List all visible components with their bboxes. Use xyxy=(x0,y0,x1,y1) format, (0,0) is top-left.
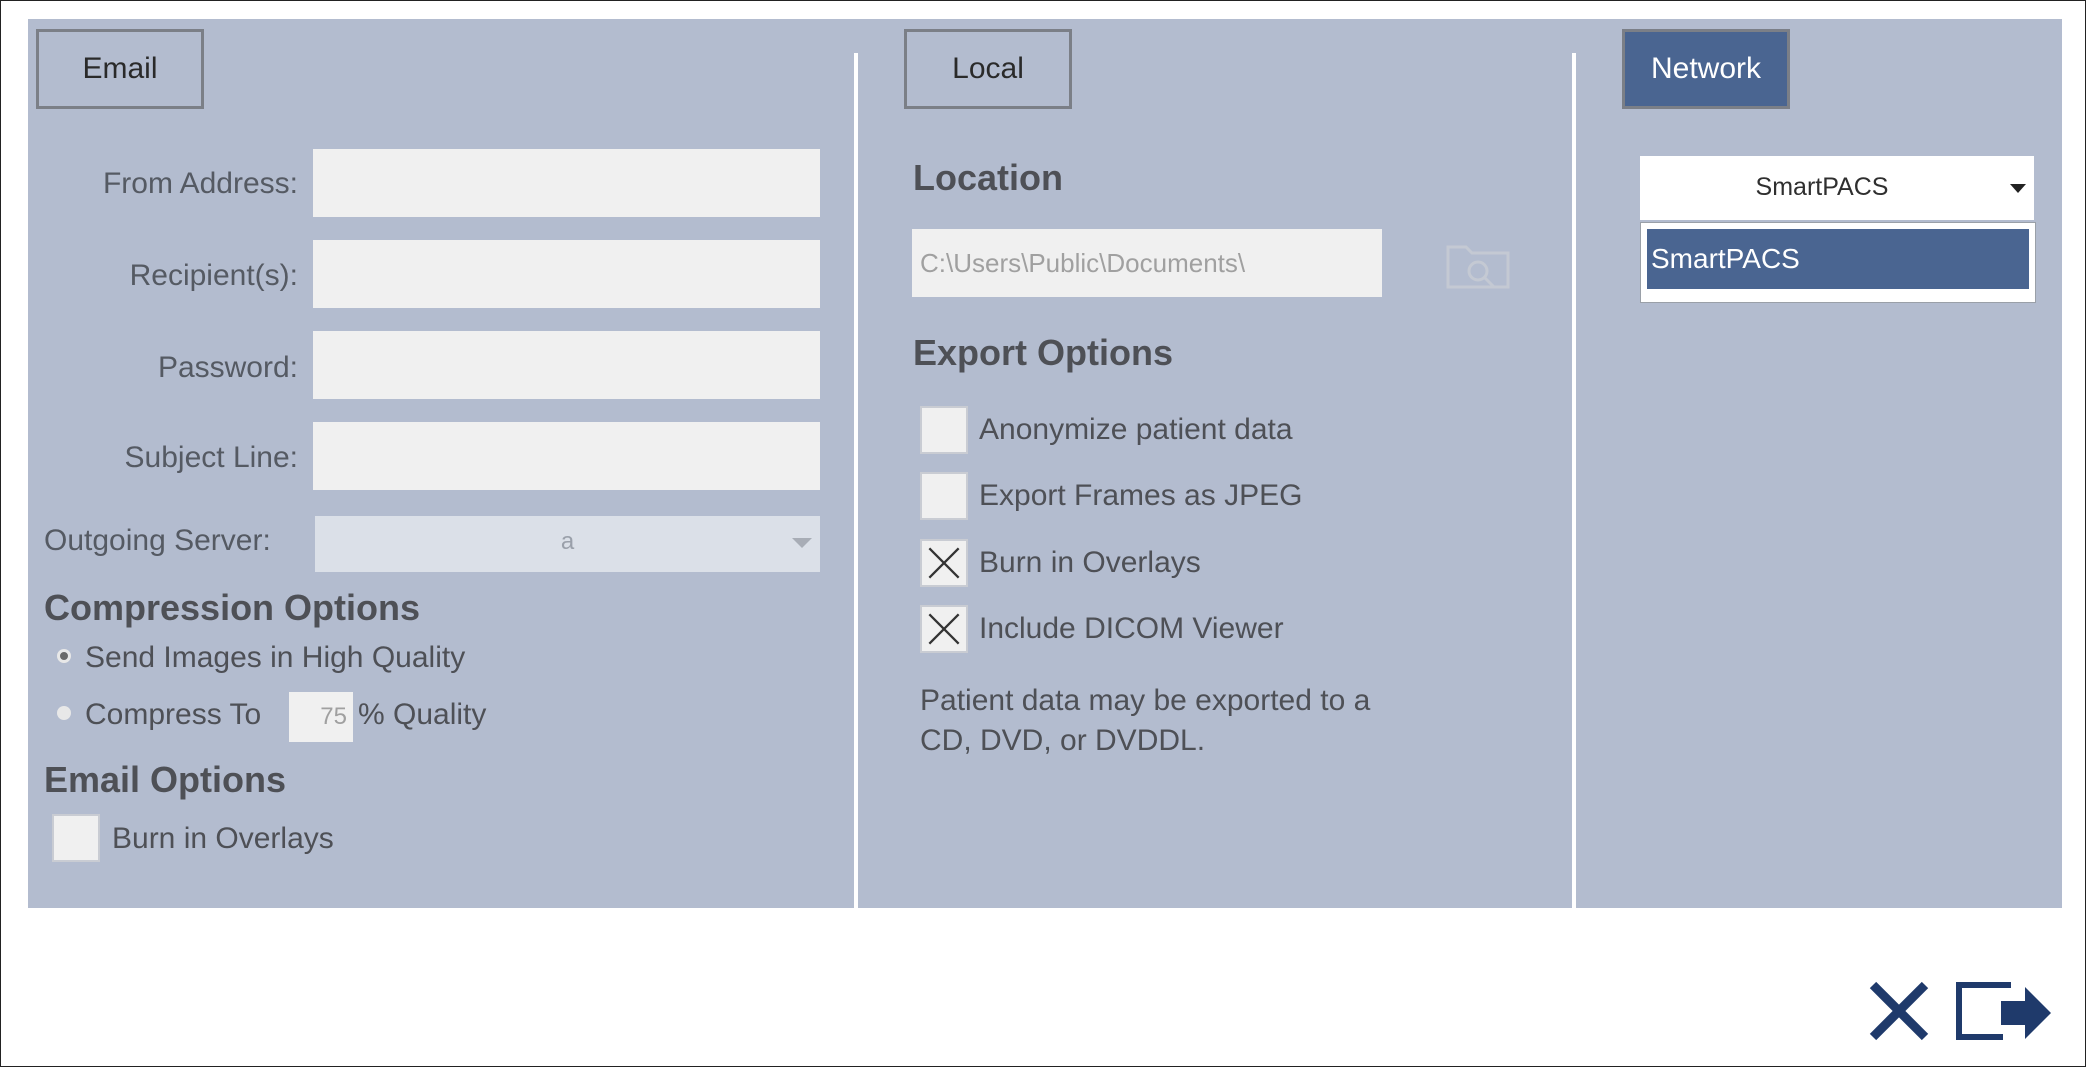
tab-network[interactable]: Network xyxy=(1622,29,1790,109)
from-address-label: From Address: xyxy=(102,167,298,200)
password-label: Password: xyxy=(157,351,298,384)
email-options-heading: Email Options xyxy=(44,759,287,800)
password-field[interactable] xyxy=(313,331,820,399)
anonymize-checkbox[interactable] xyxy=(920,406,968,454)
location-heading: Location xyxy=(913,157,1063,198)
from-address-field[interactable] xyxy=(313,149,820,217)
recipients-field[interactable] xyxy=(313,240,820,308)
tab-local[interactable]: Local xyxy=(904,29,1072,109)
column-divider xyxy=(854,53,858,908)
export-send-icon[interactable] xyxy=(1953,979,2055,1043)
quality-percent-input[interactable]: 75 xyxy=(289,692,353,742)
email-burn-overlays-checkbox[interactable] xyxy=(52,814,100,862)
caret-down-icon xyxy=(2010,184,2026,193)
export-note-line2: CD, DVD, or DVDDL. xyxy=(920,724,1206,757)
outgoing-server-label: Outgoing Server: xyxy=(44,524,271,557)
checkmark-x-icon xyxy=(928,613,960,645)
list-item[interactable]: SmartPACS xyxy=(1647,229,2029,289)
location-path-field[interactable]: C:\Users\Public\Documents\ xyxy=(912,229,1382,297)
chevron-down-icon xyxy=(792,538,812,548)
dialog-window: Email From Address: Recipient(s): Passwo… xyxy=(0,0,2086,1067)
column-divider xyxy=(1572,53,1576,908)
quality-suffix-label: % Quality xyxy=(358,698,487,731)
compress-to-radio[interactable] xyxy=(57,706,71,720)
compress-to-label: Compress To xyxy=(85,698,262,731)
burn-overlays-checkbox[interactable] xyxy=(920,539,968,587)
network-server-list: SmartPACS xyxy=(1640,222,2036,303)
recipients-label: Recipient(s): xyxy=(129,259,298,292)
network-server-select[interactable]: SmartPACS xyxy=(1640,156,2034,220)
export-note-line1: Patient data may be exported to a xyxy=(920,684,1371,717)
subject-line-field[interactable] xyxy=(313,422,820,490)
include-dicom-viewer-checkbox[interactable] xyxy=(920,605,968,653)
checkmark-x-icon xyxy=(928,547,960,579)
high-quality-radio[interactable] xyxy=(57,649,71,663)
tab-email[interactable]: Email xyxy=(36,29,204,109)
include-dicom-viewer-label: Include DICOM Viewer xyxy=(979,612,1284,645)
export-options-heading: Export Options xyxy=(913,332,1173,373)
export-jpeg-checkbox[interactable] xyxy=(920,472,968,520)
outgoing-server-value: a xyxy=(560,528,575,555)
network-server-value: SmartPACS xyxy=(1755,173,1889,201)
subject-line-label: Subject Line: xyxy=(124,441,298,474)
compression-options-heading: Compression Options xyxy=(44,587,421,628)
browse-folder-icon[interactable] xyxy=(1444,237,1514,293)
export-jpeg-label: Export Frames as JPEG xyxy=(979,479,1303,512)
export-panel: Email From Address: Recipient(s): Passwo… xyxy=(28,19,2062,908)
anonymize-label: Anonymize patient data xyxy=(979,413,1293,446)
high-quality-label: Send Images in High Quality xyxy=(85,641,466,674)
burn-overlays-label: Burn in Overlays xyxy=(979,546,1201,579)
outgoing-server-select[interactable]: a xyxy=(315,516,820,572)
email-burn-overlays-label: Burn in Overlays xyxy=(112,822,334,855)
close-icon[interactable] xyxy=(1867,979,1931,1043)
